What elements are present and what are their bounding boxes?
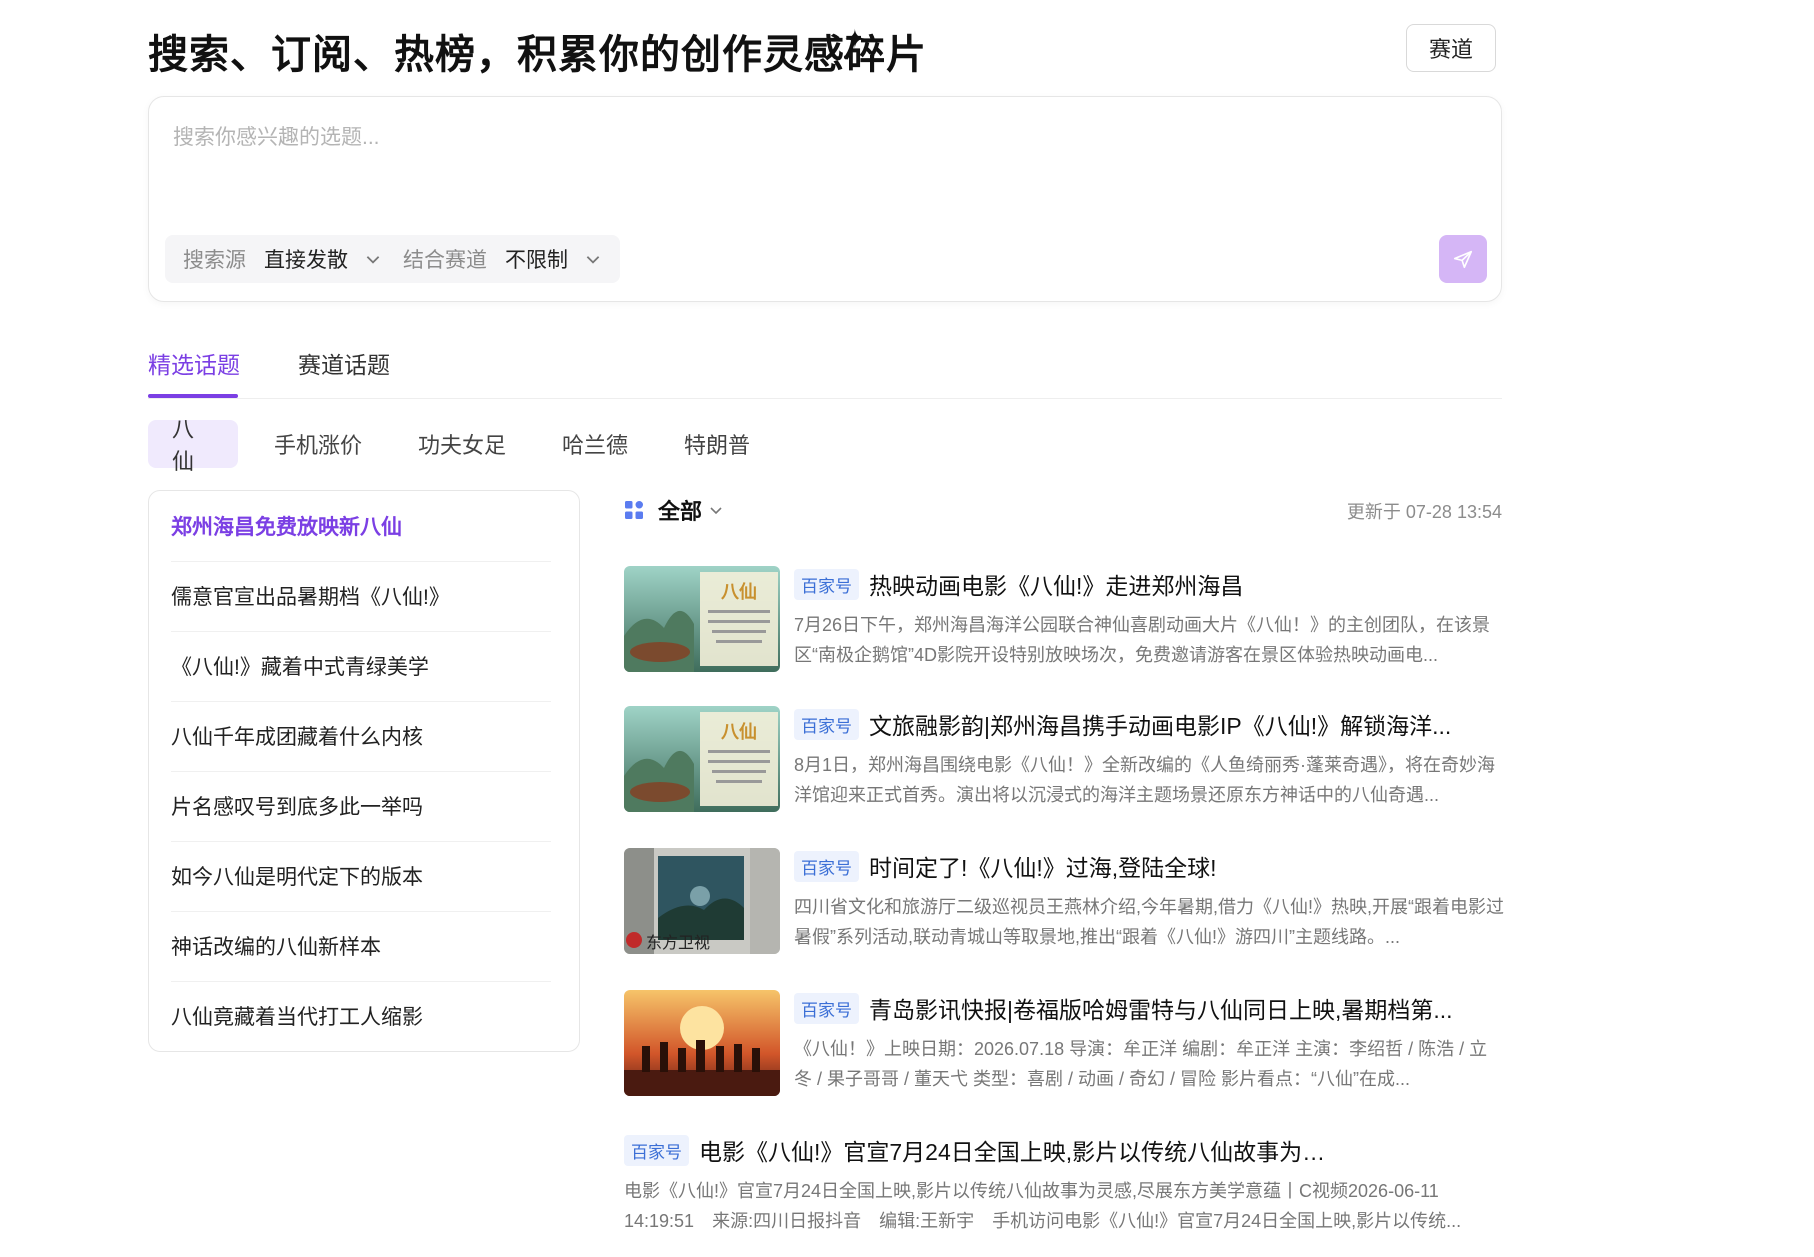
- list-item[interactable]: 八仙竟藏着当代打工人缩影: [171, 981, 551, 1051]
- topic-pill-baxian[interactable]: 八仙: [148, 417, 238, 474]
- search-source-value: 直接发散: [264, 249, 348, 272]
- page-title: 搜索、订阅、热榜，积累你的创作灵感碎片: [148, 33, 927, 77]
- send-button[interactable]: [1439, 235, 1487, 283]
- source-badge: 百家号: [794, 850, 859, 882]
- search-source-dropdown[interactable]: 搜索源 直接发散: [165, 235, 400, 283]
- list-item[interactable]: 神话改编的八仙新样本: [171, 911, 551, 982]
- list-item[interactable]: 郑州海昌免费放映新八仙: [171, 491, 551, 562]
- active-tab-indicator: [148, 394, 238, 398]
- news-summary: 电影《八仙!》官宣7月24日全国上映,影片以传统八仙故事为灵感,尽展东方美学意蕴…: [624, 1181, 1462, 1231]
- tab-featured-topics[interactable]: 精选话题: [148, 346, 240, 380]
- poster-title: 八仙: [721, 581, 757, 603]
- tab-track-topics[interactable]: 赛道话题: [298, 346, 390, 380]
- source-filter-dropdown[interactable]: 全部: [624, 494, 724, 526]
- search-input[interactable]: [171, 117, 1375, 159]
- news-title[interactable]: 时间定了!《八仙!》过海,登陆全球!: [869, 849, 1217, 883]
- list-item[interactable]: 《八仙!》藏着中式青绿美学: [171, 631, 551, 702]
- sparkle-icon: ✦: [844, 24, 866, 54]
- topic-pill-trump[interactable]: 特朗普: [660, 420, 774, 468]
- news-title[interactable]: 热映动画电影《八仙!》走进郑州海昌: [869, 567, 1243, 601]
- source-badge: 百家号: [794, 992, 859, 1024]
- grid-icon: [625, 501, 643, 519]
- topic-tabs: 精选话题 赛道话题: [148, 340, 1502, 399]
- search-source-label: 搜索源: [183, 249, 246, 272]
- source-badge: 百家号: [624, 1134, 689, 1166]
- list-item[interactable]: 八仙千年成团藏着什么内核: [171, 701, 551, 772]
- source-badge: 百家号: [794, 568, 859, 600]
- poster-title: 八仙: [721, 721, 757, 743]
- list-item[interactable]: 片名感叹号到底多此一举吗: [171, 771, 551, 842]
- source-filter-label: 全部: [658, 499, 703, 524]
- news-title[interactable]: 青岛影讯快报|卷福版哈姆雷特与八仙同日上映,暑期档第...: [869, 991, 1453, 1025]
- track-filter-value: 不限制: [505, 249, 568, 272]
- news-summary: 四川省文化和旅游厅二级巡视员王燕林介绍,今年暑期,借力《八仙!》热映,开展“跟着…: [794, 897, 1504, 947]
- news-item[interactable]: 八仙 百家号 热映动画电影《八仙!》走进郑州海昌 7月26日下午，郑州海昌海洋公…: [624, 566, 1504, 674]
- news-item[interactable]: 百家号 电影《八仙!》官宣7月24日全国上映,影片以传统八仙故事为灵感,尽...…: [624, 1132, 1504, 1240]
- search-box: 搜索源 直接发散 结合赛道 不限制: [148, 96, 1502, 302]
- news-summary: 《八仙！》上映日期：2026.07.18 导演：牟正洋 编剧：牟正洋 主演：李绍…: [794, 1039, 1488, 1089]
- track-filter-label: 结合赛道: [403, 249, 487, 272]
- news-thumbnail: 东方卫视: [624, 848, 780, 954]
- news-item[interactable]: 百家号 青岛影讯快报|卷福版哈姆雷特与八仙同日上映,暑期档第... 《八仙！》上…: [624, 990, 1504, 1098]
- news-thumbnail: [624, 990, 780, 1096]
- topic-pill-kungfu-women-football[interactable]: 功夫女足: [394, 420, 530, 468]
- news-summary: 8月1日，郑州海昌围绕电影《八仙！》全新改编的《人鱼绮丽秀·蓬莱奇遇》，将在奇妙…: [794, 755, 1496, 805]
- source-badge: 百家号: [794, 708, 859, 740]
- chevron-down-icon: [710, 507, 722, 515]
- sparkle-dot-icon: ●: [843, 52, 850, 63]
- subtopic-list: 郑州海昌免费放映新八仙 儒意官宣出品暑期档《八仙!》 《八仙!》藏着中式青绿美学…: [148, 490, 580, 1052]
- chevron-down-icon: [586, 256, 600, 264]
- track-button[interactable]: 赛道: [1406, 24, 1496, 72]
- news-summary: 7月26日下午，郑州海昌海洋公园联合神仙喜剧动画大片《八仙！》的主创团队，在该景…: [794, 615, 1491, 665]
- news-thumbnail: 八仙: [624, 566, 780, 672]
- chevron-down-icon: [366, 256, 380, 264]
- news-title[interactable]: 文旅融影韵|郑州海昌携手动画电影IP《八仙!》解锁海洋...: [869, 707, 1451, 741]
- topic-pill-haaland[interactable]: 哈兰德: [538, 420, 652, 468]
- list-item[interactable]: 儒意官宣出品暑期档《八仙!》: [171, 561, 551, 632]
- news-item[interactable]: 八仙 百家号 文旅融影韵|郑州海昌携手动画电影IP《八仙!》解锁海洋... 8月…: [624, 706, 1504, 814]
- update-time: 更新于 07-28 13:54: [1346, 502, 1502, 522]
- track-filter-dropdown[interactable]: 结合赛道 不限制: [385, 235, 620, 283]
- news-title[interactable]: 电影《八仙!》官宣7月24日全国上映,影片以传统八仙故事为灵感,尽...: [699, 1133, 1334, 1167]
- list-item[interactable]: 如今八仙是明代定下的版本: [171, 841, 551, 912]
- watermark: 东方卫视: [646, 933, 710, 952]
- news-thumbnail: 八仙: [624, 706, 780, 812]
- paper-plane-icon: [1453, 250, 1473, 269]
- topic-pill-phone-price[interactable]: 手机涨价: [250, 420, 386, 468]
- news-item[interactable]: 东方卫视 百家号 时间定了!《八仙!》过海,登陆全球! 四川省文化和旅游厅二级巡…: [624, 848, 1504, 956]
